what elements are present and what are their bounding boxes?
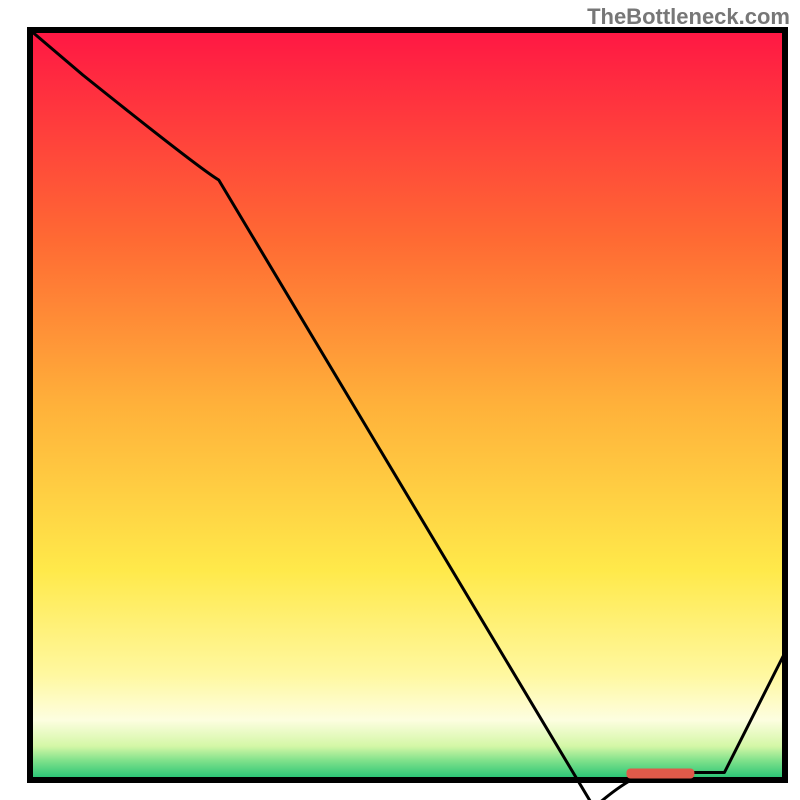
- watermark-label: TheBottleneck.com: [587, 4, 790, 30]
- chart-svg: [0, 0, 800, 800]
- gradient-background: [30, 30, 785, 780]
- bottleneck-chart: TheBottleneck.com: [0, 0, 800, 800]
- minimum-annotation: [626, 769, 694, 779]
